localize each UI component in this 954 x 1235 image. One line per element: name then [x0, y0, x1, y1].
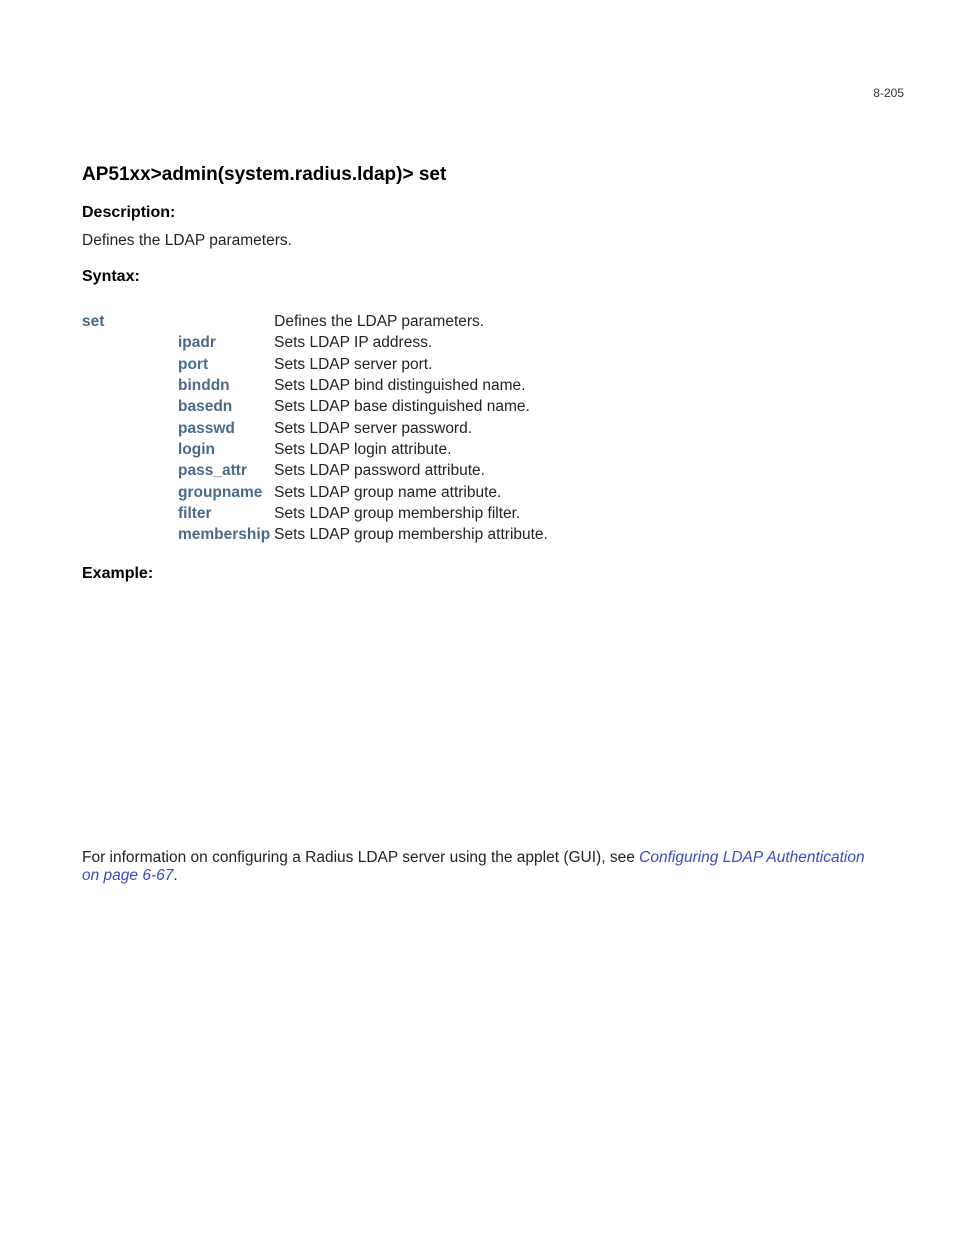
syntax-arg: ipadr	[178, 334, 216, 351]
syntax-desc: Sets LDAP group name attribute.	[274, 483, 552, 504]
syntax-row: passwd Sets LDAP server password.	[82, 419, 552, 440]
syntax-arg: passwd	[178, 420, 235, 437]
syntax-label: Syntax:	[82, 268, 876, 286]
syntax-row: port Sets LDAP server port.	[82, 355, 552, 376]
command-title: AP51xx>admin(system.radius.ldap)> set	[82, 164, 876, 186]
description-label: Description:	[82, 204, 876, 222]
syntax-command-desc: Defines the LDAP parameters.	[274, 312, 552, 333]
page: 8-205 AP51xx>admin(system.radius.ldap)> …	[0, 0, 954, 1235]
syntax-desc: Sets LDAP IP address.	[274, 333, 552, 354]
footer-prefix: For information on configuring a Radius …	[82, 849, 639, 866]
syntax-arg: binddn	[178, 377, 230, 394]
syntax-desc: Sets LDAP group membership attribute.	[274, 525, 552, 546]
syntax-block: set Defines the LDAP parameters. ipadr S…	[82, 312, 876, 547]
footer-note: For information on configuring a Radius …	[82, 849, 876, 885]
description-text: Defines the LDAP parameters.	[82, 232, 876, 250]
syntax-row: binddn Sets LDAP bind distinguished name…	[82, 376, 552, 397]
syntax-row-command: set Defines the LDAP parameters.	[82, 312, 552, 333]
syntax-desc: Sets LDAP server password.	[274, 419, 552, 440]
syntax-arg: filter	[178, 505, 212, 522]
footer-suffix: .	[173, 867, 177, 884]
syntax-command-keyword: set	[82, 313, 104, 330]
syntax-row: basedn Sets LDAP base distinguished name…	[82, 397, 552, 418]
syntax-arg: groupname	[178, 484, 262, 501]
syntax-row: ipadr Sets LDAP IP address.	[82, 333, 552, 354]
syntax-row: login Sets LDAP login attribute.	[82, 440, 552, 461]
syntax-desc: Sets LDAP group membership filter.	[274, 504, 552, 525]
syntax-desc: Sets LDAP bind distinguished name.	[274, 376, 552, 397]
syntax-row: groupname Sets LDAP group name attribute…	[82, 483, 552, 504]
syntax-arg: login	[178, 441, 215, 458]
example-label: Example:	[82, 565, 876, 583]
syntax-row: membership Sets LDAP group membership at…	[82, 525, 552, 546]
syntax-desc: Sets LDAP base distinguished name.	[274, 397, 552, 418]
syntax-table: set Defines the LDAP parameters. ipadr S…	[82, 312, 552, 547]
page-number: 8-205	[873, 86, 904, 100]
syntax-arg: port	[178, 356, 208, 373]
syntax-arg: membership	[178, 526, 270, 543]
syntax-row: pass_attr Sets LDAP password attribute.	[82, 461, 552, 482]
syntax-row: filter Sets LDAP group membership filter…	[82, 504, 552, 525]
syntax-desc: Sets LDAP password attribute.	[274, 461, 552, 482]
syntax-desc: Sets LDAP server port.	[274, 355, 552, 376]
syntax-arg: pass_attr	[178, 462, 247, 479]
syntax-desc: Sets LDAP login attribute.	[274, 440, 552, 461]
syntax-arg: basedn	[178, 398, 232, 415]
